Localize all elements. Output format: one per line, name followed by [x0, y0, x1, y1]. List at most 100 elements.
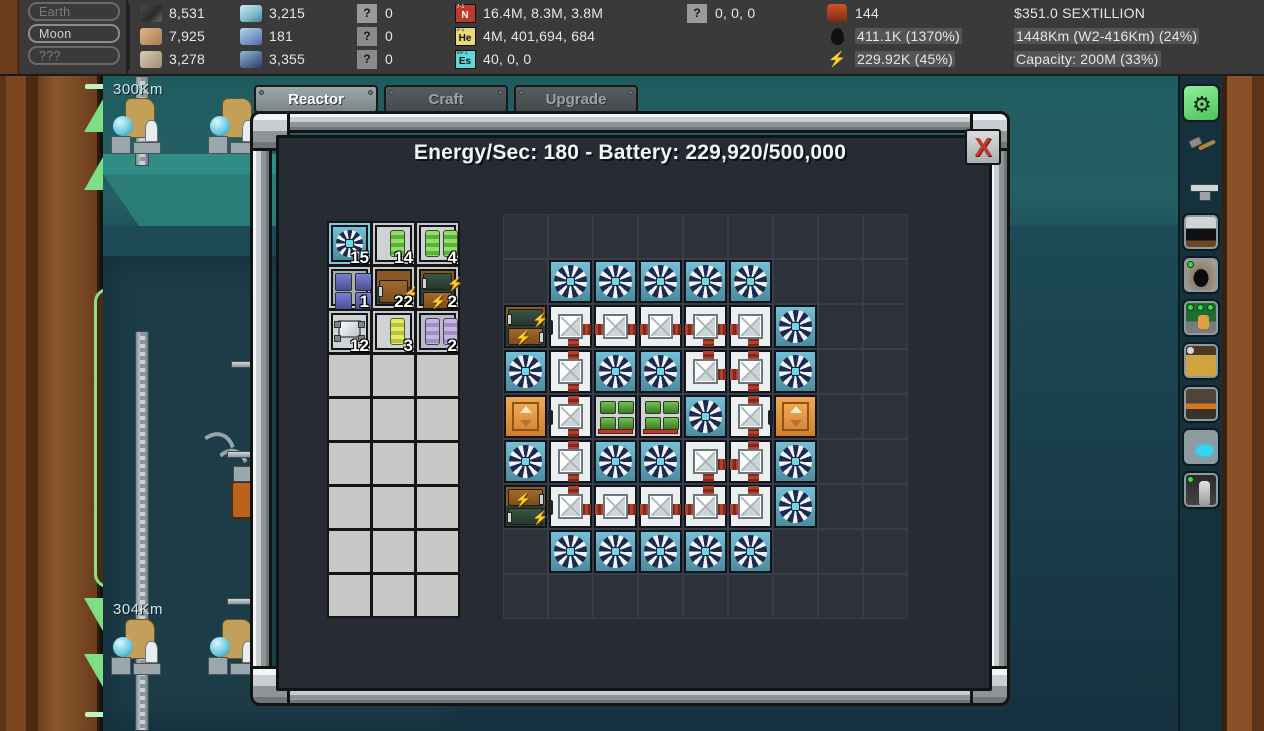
reactor-cell[interactable]: [548, 439, 593, 484]
reactor-cell[interactable]: [503, 574, 548, 619]
reactor-cell[interactable]: [503, 214, 548, 259]
reactor-cell[interactable]: [503, 439, 548, 484]
reactor-cell[interactable]: [593, 394, 638, 439]
hammer-icon[interactable]: [1182, 127, 1220, 165]
reactor-cell[interactable]: [728, 259, 773, 304]
reactor-cell[interactable]: [593, 304, 638, 349]
reactor-cell[interactable]: [728, 304, 773, 349]
reactor-cell[interactable]: [773, 484, 818, 529]
reactor-cell[interactable]: [683, 484, 728, 529]
palette-slot[interactable]: ⚡ ⚡ 2: [415, 265, 463, 310]
reactor-cell[interactable]: [773, 349, 818, 394]
reactor-cell[interactable]: [683, 304, 728, 349]
reactor-cell[interactable]: [593, 484, 638, 529]
reactor-cell[interactable]: [728, 349, 773, 394]
anvil-icon[interactable]: [1182, 170, 1220, 208]
reactor-cell[interactable]: [503, 394, 548, 439]
reactor-cell[interactable]: [638, 304, 683, 349]
location-pill-unknown[interactable]: ???: [28, 46, 120, 65]
reactor-cell[interactable]: [863, 304, 908, 349]
tab-reactor[interactable]: Reactor: [254, 85, 378, 113]
reactor-cell[interactable]: [818, 574, 863, 619]
reactor-cell[interactable]: [638, 439, 683, 484]
reactor-cell[interactable]: [773, 304, 818, 349]
settings-gear-icon[interactable]: ⚙: [1182, 84, 1220, 122]
reactor-cell[interactable]: [818, 484, 863, 529]
palette-slot[interactable]: [327, 485, 372, 530]
close-icon[interactable]: X: [965, 129, 1001, 165]
palette-slot[interactable]: [415, 441, 460, 486]
reactor-cell[interactable]: [818, 214, 863, 259]
reactor-cell[interactable]: [728, 574, 773, 619]
reactor-cell[interactable]: [683, 214, 728, 259]
palette-slot[interactable]: [371, 353, 416, 398]
reactor-cell[interactable]: [638, 574, 683, 619]
reactor-cell[interactable]: [773, 439, 818, 484]
reactor-cell[interactable]: [638, 529, 683, 574]
reactor-cell[interactable]: [638, 214, 683, 259]
palette-slot[interactable]: [371, 397, 416, 442]
location-selector[interactable]: Earth Moon ???: [20, 0, 128, 74]
tab-craft[interactable]: Craft: [384, 85, 508, 113]
reactor-cell[interactable]: [818, 304, 863, 349]
quarry-icon[interactable]: [1182, 342, 1220, 380]
reactor-cell[interactable]: [818, 349, 863, 394]
reactor-cell[interactable]: [638, 394, 683, 439]
palette-slot[interactable]: 12: [327, 309, 372, 354]
reactor-cell[interactable]: [683, 574, 728, 619]
palette-slot[interactable]: [327, 353, 372, 398]
reactor-cell[interactable]: [728, 439, 773, 484]
palette-slot[interactable]: [415, 485, 460, 530]
reactor-cell[interactable]: [773, 214, 818, 259]
reactor-cell[interactable]: [773, 394, 818, 439]
reactor-cell[interactable]: [773, 574, 818, 619]
reactor-cell[interactable]: [593, 259, 638, 304]
palette-slot[interactable]: [371, 485, 416, 530]
location-pill-earth[interactable]: Earth: [28, 2, 120, 21]
palette-slot[interactable]: 4: [415, 221, 460, 266]
reactor-icon[interactable]: [1182, 428, 1220, 466]
location-pill-moon[interactable]: Moon: [28, 24, 120, 43]
palette-slot[interactable]: 2: [415, 309, 460, 354]
reactor-cell[interactable]: [818, 394, 863, 439]
reactor-cell[interactable]: [593, 214, 638, 259]
reactor-cell[interactable]: [548, 484, 593, 529]
reactor-cell[interactable]: [863, 529, 908, 574]
reactor-cell[interactable]: [548, 529, 593, 574]
cave-icon[interactable]: [1182, 256, 1220, 294]
market-icon[interactable]: [1182, 299, 1220, 337]
reactor-cell[interactable]: [863, 259, 908, 304]
reactor-cell[interactable]: [683, 529, 728, 574]
reactor-cell[interactable]: [728, 484, 773, 529]
reactor-cell[interactable]: [863, 394, 908, 439]
reactor-cell[interactable]: [728, 214, 773, 259]
reactor-cell[interactable]: [773, 529, 818, 574]
reactor-cell[interactable]: [638, 259, 683, 304]
component-palette[interactable]: 15 14 4 1 ⚡ 22 ⚡ ⚡ 2 12 3 2: [327, 221, 464, 618]
reactor-cell[interactable]: [503, 349, 548, 394]
reactor-cell[interactable]: [863, 349, 908, 394]
reactor-cell[interactable]: [863, 484, 908, 529]
palette-slot[interactable]: [371, 573, 416, 618]
reactor-cell[interactable]: [548, 394, 593, 439]
reactor-cell[interactable]: [683, 439, 728, 484]
palette-slot[interactable]: [327, 573, 372, 618]
palette-slot[interactable]: [415, 353, 460, 398]
palette-slot[interactable]: 1: [327, 265, 372, 310]
reactor-cell[interactable]: [593, 439, 638, 484]
palette-slot[interactable]: [415, 529, 460, 574]
palette-slot[interactable]: 3: [371, 309, 416, 354]
reactor-cell[interactable]: [683, 394, 728, 439]
reactor-cell[interactable]: [503, 259, 548, 304]
palette-slot[interactable]: ⚡ 22: [371, 265, 419, 310]
reactor-cell[interactable]: [638, 484, 683, 529]
reactor-cell[interactable]: [548, 214, 593, 259]
palette-slot[interactable]: [371, 441, 416, 486]
palette-slot[interactable]: [371, 529, 416, 574]
palette-slot[interactable]: [415, 573, 460, 618]
palette-slot[interactable]: 15: [327, 221, 372, 266]
reactor-cell[interactable]: [593, 529, 638, 574]
reactor-cell[interactable]: [548, 574, 593, 619]
palette-slot[interactable]: [327, 441, 372, 486]
palette-slot[interactable]: [327, 397, 372, 442]
